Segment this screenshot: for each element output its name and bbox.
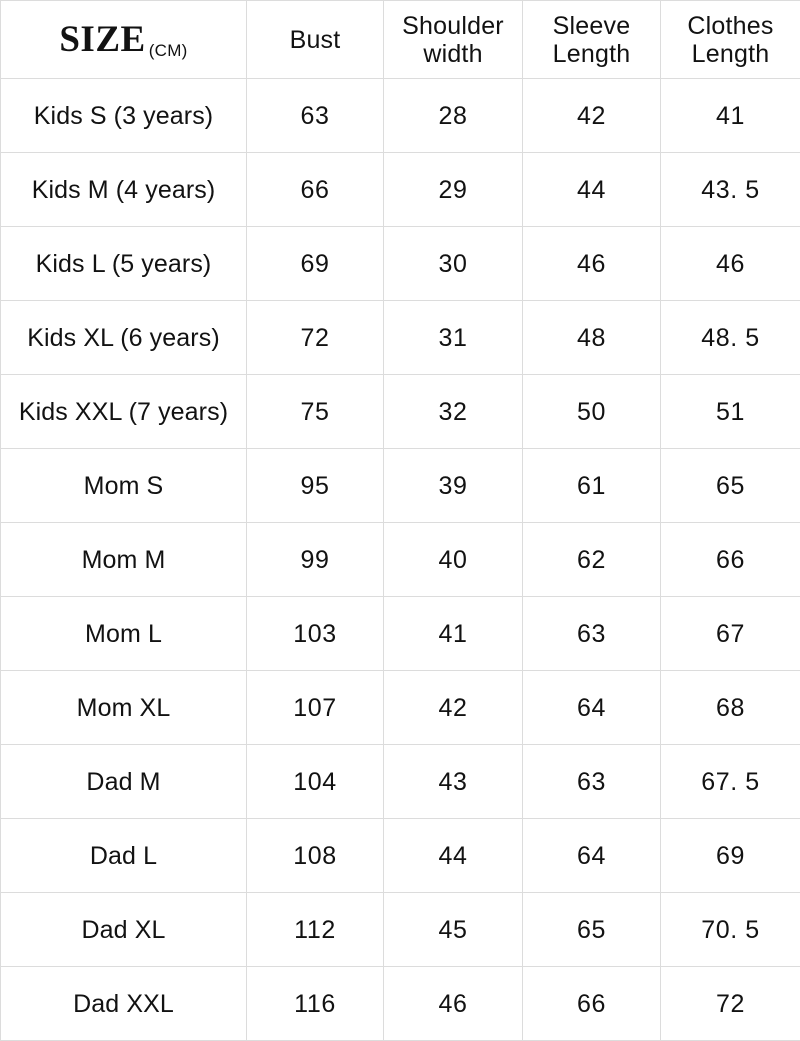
table-row: Dad XXL116466672 <box>1 967 800 1041</box>
table-row: Mom XL107426468 <box>1 671 800 745</box>
table-row: Mom L103416367 <box>1 597 800 671</box>
size-chart-table: SIZE(CM) Bust Shoulder width Sleeve Leng… <box>0 0 800 1041</box>
table-row: Kids XL (6 years)72314848. 5 <box>1 301 800 375</box>
column-header-shoulder-width: Shoulder width <box>384 1 523 79</box>
row-size-label: Kids XXL (7 years) <box>1 375 247 449</box>
row-clothes-length-value: 48. 5 <box>661 301 800 375</box>
row-shoulder-width-value: 29 <box>384 153 523 227</box>
row-size-label: Dad M <box>1 745 247 819</box>
row-size-label: Kids M (4 years) <box>1 153 247 227</box>
row-sleeve-length-value: 65 <box>523 893 661 967</box>
table-row: Mom S95396165 <box>1 449 800 523</box>
row-clothes-length-value: 43. 5 <box>661 153 800 227</box>
row-bust-value: 95 <box>247 449 384 523</box>
row-bust-value: 108 <box>247 819 384 893</box>
row-size-label: Kids L (5 years) <box>1 227 247 301</box>
row-sleeve-length-value: 46 <box>523 227 661 301</box>
row-shoulder-width-value: 40 <box>384 523 523 597</box>
header-row: SIZE(CM) Bust Shoulder width Sleeve Leng… <box>1 1 800 79</box>
table-row: Mom M99406266 <box>1 523 800 597</box>
row-shoulder-width-value: 32 <box>384 375 523 449</box>
row-bust-value: 107 <box>247 671 384 745</box>
row-bust-value: 75 <box>247 375 384 449</box>
table-row: Dad M104436367. 5 <box>1 745 800 819</box>
row-bust-value: 116 <box>247 967 384 1041</box>
row-shoulder-width-value: 43 <box>384 745 523 819</box>
table-row: Dad XL112456570. 5 <box>1 893 800 967</box>
row-bust-value: 66 <box>247 153 384 227</box>
row-size-label: Dad XXL <box>1 967 247 1041</box>
table-row: Kids XXL (7 years)75325051 <box>1 375 800 449</box>
row-shoulder-width-value: 28 <box>384 79 523 153</box>
row-shoulder-width-value: 39 <box>384 449 523 523</box>
row-shoulder-width-value: 44 <box>384 819 523 893</box>
row-size-label: Mom S <box>1 449 247 523</box>
row-clothes-length-value: 67 <box>661 597 800 671</box>
row-sleeve-length-value: 63 <box>523 745 661 819</box>
row-bust-value: 72 <box>247 301 384 375</box>
row-sleeve-length-value: 62 <box>523 523 661 597</box>
row-shoulder-width-value: 45 <box>384 893 523 967</box>
column-header-bust: Bust <box>247 1 384 79</box>
column-header-size-label: SIZE <box>59 19 145 60</box>
row-sleeve-length-value: 66 <box>523 967 661 1041</box>
row-size-label: Mom XL <box>1 671 247 745</box>
column-header-clothes-length: Clothes Length <box>661 1 800 79</box>
row-bust-value: 69 <box>247 227 384 301</box>
column-header-size-unit: (CM) <box>149 41 188 60</box>
row-sleeve-length-value: 61 <box>523 449 661 523</box>
row-clothes-length-value: 46 <box>661 227 800 301</box>
row-sleeve-length-value: 50 <box>523 375 661 449</box>
row-size-label: Kids XL (6 years) <box>1 301 247 375</box>
row-sleeve-length-value: 64 <box>523 671 661 745</box>
row-bust-value: 112 <box>247 893 384 967</box>
row-size-label: Mom M <box>1 523 247 597</box>
table-body: Kids S (3 years)63284241Kids M (4 years)… <box>1 79 800 1041</box>
row-sleeve-length-value: 48 <box>523 301 661 375</box>
row-clothes-length-value: 70. 5 <box>661 893 800 967</box>
row-shoulder-width-value: 31 <box>384 301 523 375</box>
column-header-sleeve-length: Sleeve Length <box>523 1 661 79</box>
row-bust-value: 103 <box>247 597 384 671</box>
row-sleeve-length-value: 63 <box>523 597 661 671</box>
row-shoulder-width-value: 46 <box>384 967 523 1041</box>
table-row: Kids S (3 years)63284241 <box>1 79 800 153</box>
table-row: Dad L108446469 <box>1 819 800 893</box>
row-clothes-length-value: 41 <box>661 79 800 153</box>
row-clothes-length-value: 69 <box>661 819 800 893</box>
row-bust-value: 99 <box>247 523 384 597</box>
row-clothes-length-value: 65 <box>661 449 800 523</box>
row-bust-value: 63 <box>247 79 384 153</box>
column-header-size: SIZE(CM) <box>1 1 247 79</box>
row-clothes-length-value: 67. 5 <box>661 745 800 819</box>
row-size-label: Dad L <box>1 819 247 893</box>
row-shoulder-width-value: 41 <box>384 597 523 671</box>
row-clothes-length-value: 66 <box>661 523 800 597</box>
row-clothes-length-value: 68 <box>661 671 800 745</box>
row-shoulder-width-value: 30 <box>384 227 523 301</box>
row-size-label: Kids S (3 years) <box>1 79 247 153</box>
row-sleeve-length-value: 42 <box>523 79 661 153</box>
table-row: Kids M (4 years)66294443. 5 <box>1 153 800 227</box>
row-size-label: Mom L <box>1 597 247 671</box>
row-clothes-length-value: 72 <box>661 967 800 1041</box>
row-shoulder-width-value: 42 <box>384 671 523 745</box>
row-clothes-length-value: 51 <box>661 375 800 449</box>
row-sleeve-length-value: 44 <box>523 153 661 227</box>
row-bust-value: 104 <box>247 745 384 819</box>
row-sleeve-length-value: 64 <box>523 819 661 893</box>
row-size-label: Dad XL <box>1 893 247 967</box>
table-row: Kids L (5 years)69304646 <box>1 227 800 301</box>
table-header: SIZE(CM) Bust Shoulder width Sleeve Leng… <box>1 1 800 79</box>
